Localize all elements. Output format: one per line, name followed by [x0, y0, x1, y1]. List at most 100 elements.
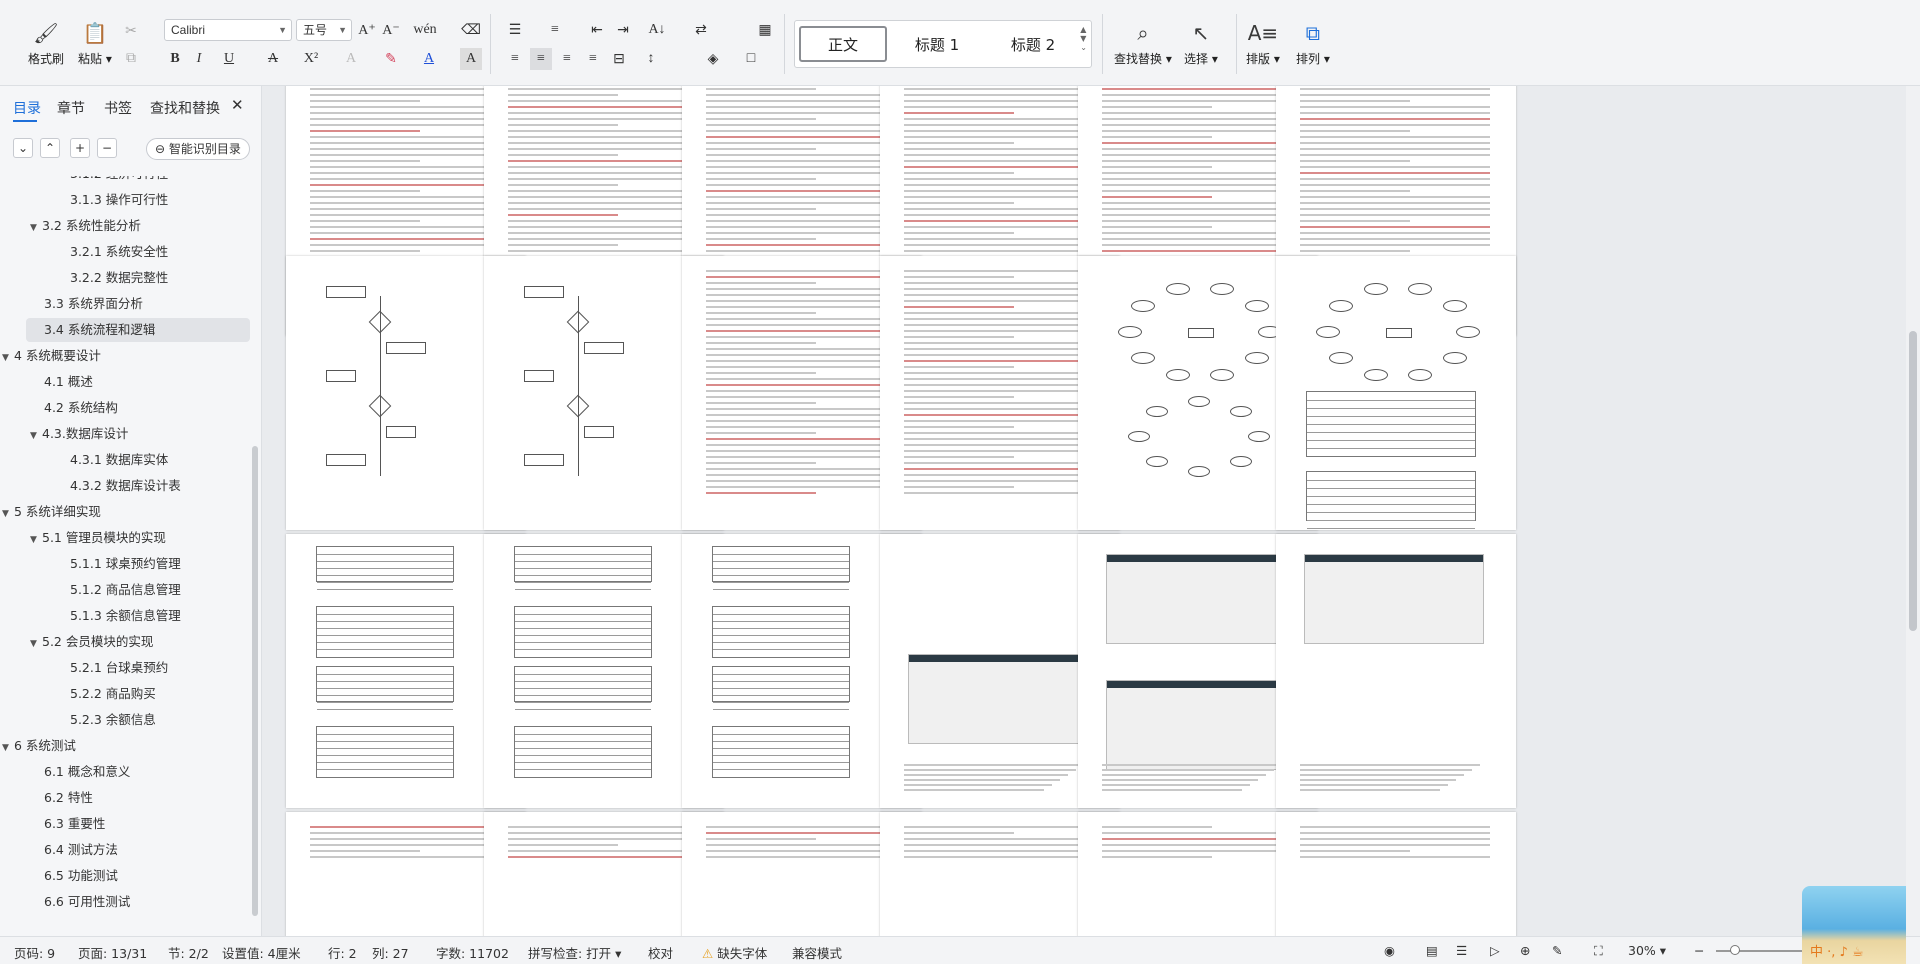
expand-triangle-icon[interactable]: ▼: [30, 632, 42, 656]
toc-item[interactable]: 6.2 特性: [0, 786, 252, 810]
status-section[interactable]: 节: 2/2: [168, 943, 209, 962]
style-heading-2[interactable]: 标题 2: [989, 26, 1077, 62]
italic-icon[interactable]: I: [188, 48, 210, 70]
align-center-icon[interactable]: ≡: [530, 48, 552, 70]
document-page[interactable]: [1276, 812, 1516, 936]
font-size-select[interactable]: 五号 ▼: [296, 19, 352, 41]
pen-icon[interactable]: ✎: [1552, 943, 1562, 958]
expand-triangle-icon[interactable]: ▼: [2, 346, 14, 370]
select-button[interactable]: ↖ 选择 ▾: [1184, 20, 1218, 67]
numbered-list-icon[interactable]: ≡: [544, 19, 566, 41]
fit-page-icon[interactable]: ⛶: [1594, 943, 1603, 959]
web-view-icon[interactable]: ⊕: [1520, 943, 1530, 958]
toc-item[interactable]: 6.1 概念和意义: [0, 760, 252, 784]
justify-icon[interactable]: ≡: [582, 48, 604, 70]
zoom-out-icon[interactable]: −: [1694, 943, 1704, 958]
collapse-all-icon[interactable]: ⌄: [13, 138, 33, 158]
shrink-font-icon[interactable]: A⁻: [380, 19, 402, 41]
border-icon[interactable]: □: [740, 48, 762, 70]
document-canvas[interactable]: [262, 86, 1920, 936]
toc-item[interactable]: 6.4 测试方法: [0, 838, 252, 862]
status-row[interactable]: 行: 2: [328, 943, 357, 962]
distribute-icon[interactable]: ⊟: [608, 48, 630, 70]
strikethrough-icon[interactable]: A: [262, 48, 284, 70]
toc-item[interactable]: 5.1.2 商品信息管理: [0, 578, 252, 602]
smart-toc-button[interactable]: ⊖ 智能识别目录: [146, 138, 250, 160]
font-name-select[interactable]: Calibri ▼: [164, 19, 292, 41]
document-scrollbar[interactable]: [1906, 86, 1920, 936]
expand-triangle-icon[interactable]: ▼: [30, 424, 42, 448]
table-icon[interactable]: ▦: [754, 19, 776, 41]
highlight-icon[interactable]: ✎: [380, 48, 402, 70]
status-proof[interactable]: 校对: [648, 943, 673, 962]
tab-find-replace[interactable]: 查找和替换: [150, 98, 220, 118]
status-setting[interactable]: 设置值: 4厘米: [222, 943, 301, 962]
toc-item[interactable]: 3.2.2 数据完整性: [0, 266, 252, 290]
scroll-thumb[interactable]: [1909, 331, 1917, 631]
cut-icon[interactable]: ✂: [120, 20, 142, 42]
toc-scrollbar[interactable]: [252, 446, 258, 916]
status-words[interactable]: 字数: 11702: [436, 943, 509, 962]
toc-item[interactable]: ▼ 4 系统概要设计: [0, 344, 252, 368]
font-color-icon[interactable]: A: [418, 48, 440, 70]
expand-triangle-icon[interactable]: ▼: [2, 736, 14, 760]
shading-icon[interactable]: ◈: [702, 48, 724, 70]
sort-icon[interactable]: A↓: [646, 19, 668, 41]
clear-format-icon[interactable]: ⌫: [460, 19, 482, 41]
toc-item[interactable]: 3.1.3 操作可行性: [0, 188, 252, 212]
toc-item[interactable]: 6.5 功能测试: [0, 864, 252, 888]
remove-icon[interactable]: −: [97, 138, 117, 158]
assistant-widget-image[interactable]: 中 ·, ♪ ☕: [1802, 886, 1906, 964]
toc-item[interactable]: 4.2 系统结构: [0, 396, 252, 420]
status-page[interactable]: 页码: 9: [14, 943, 55, 962]
toc-item[interactable]: ▼ 4.3.数据库设计: [0, 422, 252, 446]
style-heading-1[interactable]: 标题 1: [893, 26, 981, 62]
align-left-icon[interactable]: ≡: [504, 48, 526, 70]
tab-toc[interactable]: 目录: [13, 98, 41, 118]
superscript-icon[interactable]: X²: [300, 48, 322, 70]
toc-item[interactable]: 3.1.2 经济可行性: [0, 176, 252, 186]
document-page[interactable]: [1276, 256, 1516, 530]
status-pages[interactable]: 页面: 13/31: [78, 943, 147, 962]
paste-button[interactable]: 📋 粘贴 ▾: [78, 20, 112, 67]
toc-item[interactable]: 3.2.1 系统安全性: [0, 240, 252, 264]
style-scroll-icon[interactable]: ▲ ▼ ⌄: [1080, 25, 1087, 52]
toc-item[interactable]: ▼ 5.1 管理员模块的实现: [0, 526, 252, 550]
text-direction-icon[interactable]: ⇄: [690, 19, 712, 41]
toc-item[interactable]: 5.1.1 球桌预约管理: [0, 552, 252, 576]
bold-icon[interactable]: B: [164, 48, 186, 70]
find-replace-button[interactable]: ⌕ 查找替换 ▾: [1114, 20, 1172, 67]
text-effect-icon[interactable]: A: [340, 48, 362, 70]
expand-triangle-icon[interactable]: ▼: [30, 528, 42, 552]
toc-item[interactable]: 5.2.1 台球桌预约: [0, 656, 252, 680]
format-painter-button[interactable]: 🖌 格式刷: [28, 20, 64, 67]
document-page[interactable]: [1276, 534, 1516, 808]
toc-item[interactable]: ▼ 5.2 会员模块的实现: [0, 630, 252, 654]
toc-item[interactable]: 4.3.1 数据库实体: [0, 448, 252, 472]
status-col[interactable]: 列: 27: [372, 943, 409, 962]
toc-item[interactable]: ▼ 6 系统测试: [0, 734, 252, 758]
toc-item[interactable]: 4.3.2 数据库设计表: [0, 474, 252, 498]
phonetic-icon[interactable]: wén: [413, 19, 436, 41]
add-icon[interactable]: +: [70, 138, 90, 158]
toc-item[interactable]: 6.3 重要性: [0, 812, 252, 836]
outline-view-icon[interactable]: ☰: [1456, 943, 1467, 958]
increase-indent-icon[interactable]: ⇥: [612, 19, 634, 41]
zoom-level[interactable]: 30% ▾: [1628, 943, 1666, 958]
toc-item[interactable]: 6.6 可用性测试: [0, 890, 252, 914]
toc-item[interactable]: 3.3 系统界面分析: [0, 292, 252, 316]
expand-icon[interactable]: ⌃: [40, 138, 60, 158]
play-icon[interactable]: ▷: [1490, 943, 1500, 958]
expand-triangle-icon[interactable]: ▼: [30, 216, 42, 240]
toc-item[interactable]: ▼ 3.2 系统性能分析: [0, 214, 252, 238]
status-missing-font[interactable]: ⚠ 缺失字体: [702, 943, 767, 962]
toc-item[interactable]: 3.4 系统流程和逻辑: [26, 318, 250, 342]
align-right-icon[interactable]: ≡: [556, 48, 578, 70]
decrease-indent-icon[interactable]: ⇤: [586, 19, 608, 41]
status-compat[interactable]: 兼容模式: [792, 943, 842, 962]
tab-chapters[interactable]: 章节: [57, 98, 85, 118]
copy-icon[interactable]: ⧉: [120, 48, 142, 70]
arrange-button[interactable]: ⧉ 排列 ▾: [1296, 20, 1330, 67]
close-icon[interactable]: ✕: [231, 96, 244, 114]
toc-item[interactable]: 5.1.3 余额信息管理: [0, 604, 252, 628]
